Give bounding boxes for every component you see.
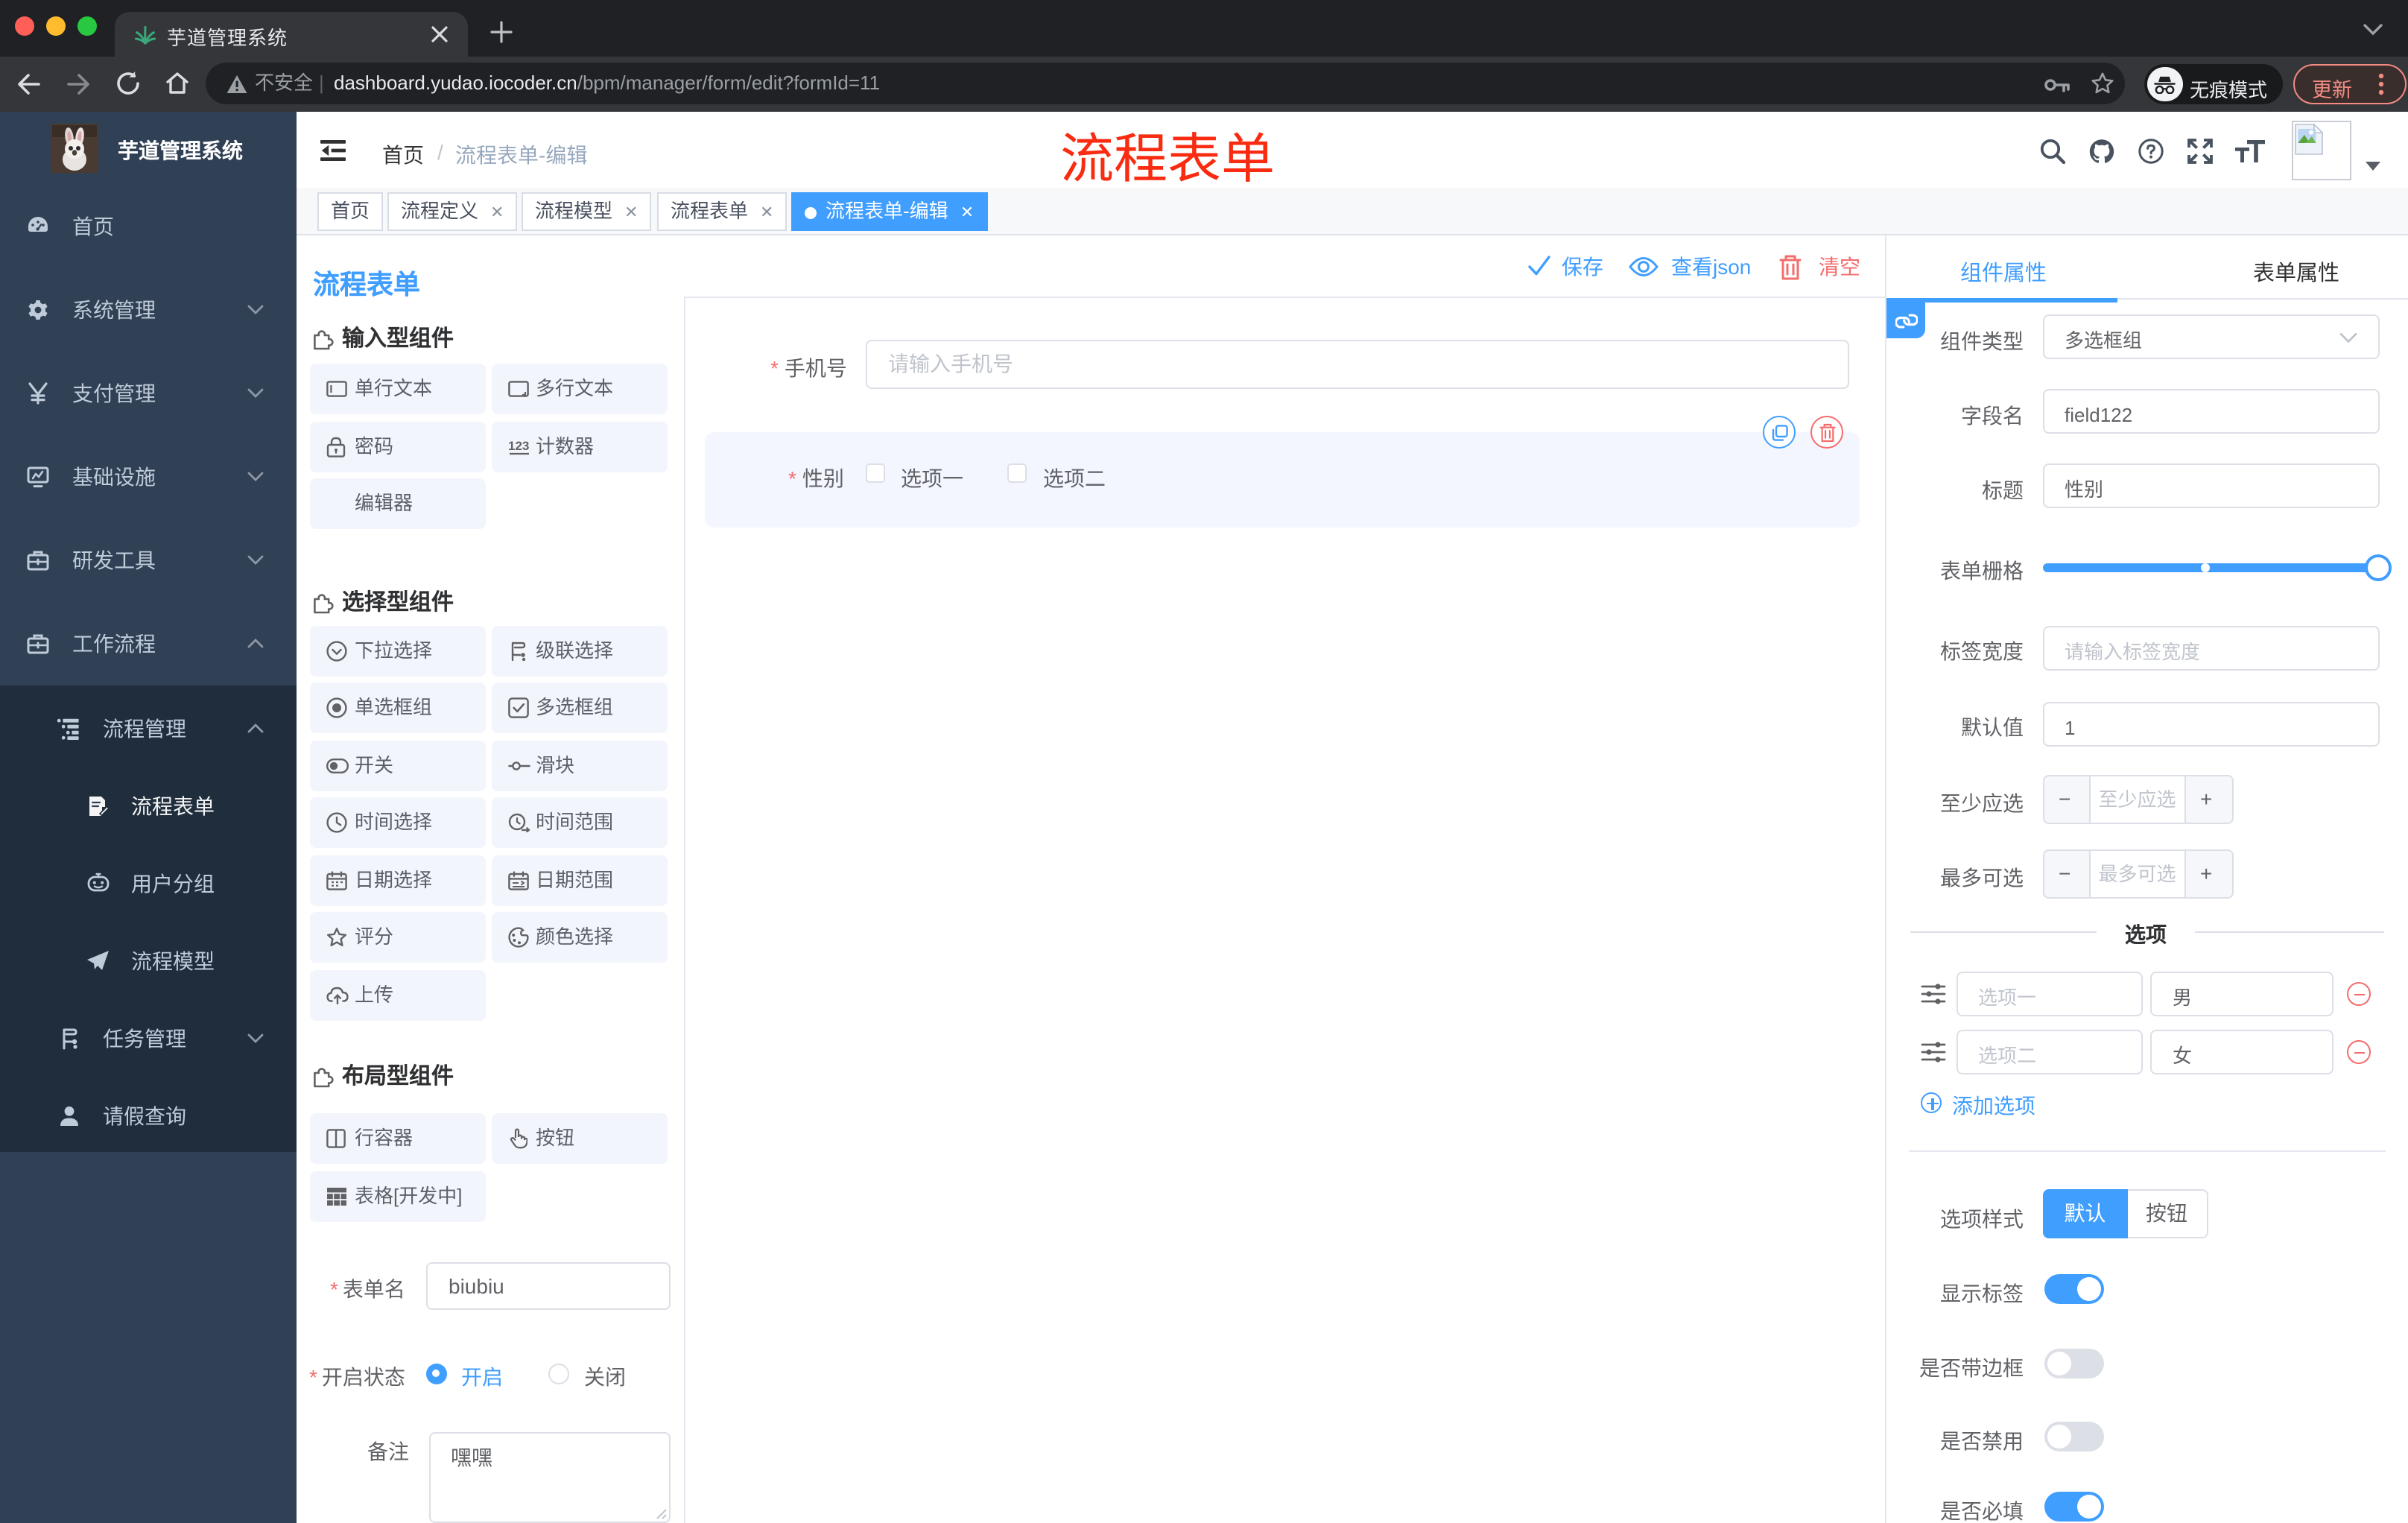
svg-text:123: 123 [507,438,528,452]
